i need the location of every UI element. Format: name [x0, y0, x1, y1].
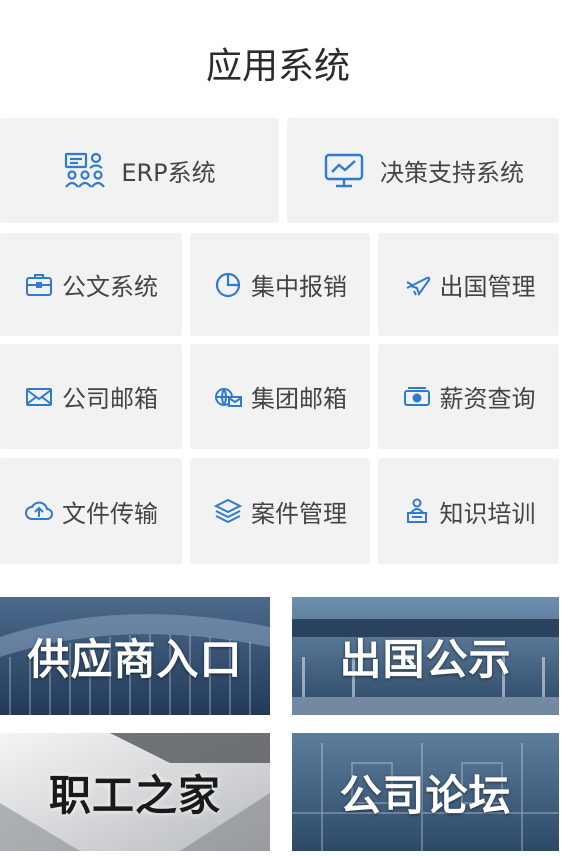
file-transfer-button[interactable]: 文件传输 — [0, 458, 182, 564]
email-globe-icon — [215, 387, 242, 407]
airplane-icon — [405, 276, 430, 296]
file-transfer-label: 文件传输 — [62, 499, 158, 528]
team-icon — [65, 152, 106, 188]
reimbursement-label: 集中报销 — [251, 273, 347, 301]
decision-support-system-label: 决策支持系统 — [380, 159, 524, 187]
staff-home-label: 职工之家 — [48, 770, 221, 820]
decision-support-system-button[interactable]: 决策支持系统 — [287, 118, 559, 223]
company-forum-banner[interactable]: 公司论坛 — [292, 733, 559, 851]
layers-icon — [213, 498, 243, 524]
presentation-chart-icon — [324, 153, 364, 187]
case-management-button[interactable]: 案件管理 — [190, 458, 370, 564]
pie-chart-icon — [215, 272, 241, 297]
company-mailbox-button[interactable]: 公司邮箱 — [0, 344, 182, 449]
knowledge-training-label: 知识培训 — [439, 499, 536, 528]
supplier-portal-banner[interactable]: 供应商入口 — [0, 597, 270, 715]
supplier-portal-label: 供应商入口 — [27, 634, 243, 684]
document-system-label: 公文系统 — [62, 273, 158, 301]
company-forum-label: 公司论坛 — [339, 770, 512, 820]
overseas-notice-label: 出国公示 — [339, 634, 512, 684]
document-system-button[interactable]: 公文系统 — [0, 233, 182, 336]
knowledge-training-button[interactable]: 知识培训 — [378, 458, 559, 564]
reimbursement-button[interactable]: 集中报销 — [190, 233, 370, 336]
briefcase-icon — [26, 273, 52, 296]
erp-system-button[interactable]: ERP系统 — [0, 118, 279, 223]
case-management-label: 案件管理 — [251, 499, 347, 528]
staff-home-banner[interactable]: 职工之家 — [0, 733, 270, 851]
cloud-upload-icon — [25, 501, 53, 520]
overseas-management-button[interactable]: 出国管理 — [378, 233, 559, 336]
company-mailbox-label: 公司邮箱 — [62, 385, 158, 413]
erp-system-label: ERP系统 — [121, 159, 216, 187]
group-mailbox-button[interactable]: 集团邮箱 — [190, 344, 370, 449]
lecturer-icon — [406, 498, 427, 523]
group-mailbox-label: 集团邮箱 — [251, 385, 347, 413]
overseas-notice-banner[interactable]: 出国公示 — [292, 597, 559, 715]
salary-query-button[interactable]: 薪资查询 — [378, 344, 559, 449]
overseas-management-label: 出国管理 — [439, 273, 536, 301]
page-title: 应用系统 — [205, 46, 350, 87]
envelope-icon — [26, 387, 52, 406]
salary-query-label: 薪资查询 — [439, 385, 536, 413]
money-icon — [403, 386, 430, 406]
